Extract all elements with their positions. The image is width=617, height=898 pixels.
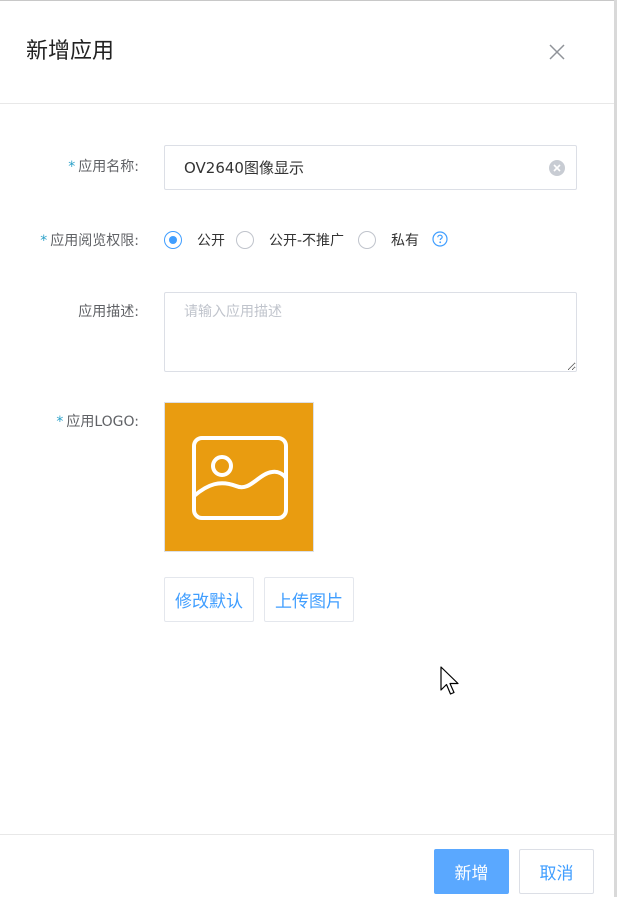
image-placeholder-icon — [192, 436, 288, 520]
add-app-dialog: 新增应用 * 应用名称: OV2640图像显示 * 应用阅览权限: 公开 公开-… — [0, 0, 614, 897]
upload-image-button[interactable]: 上传图片 — [264, 577, 354, 622]
app-name-input[interactable]: OV2640图像显示 — [164, 145, 577, 190]
app-name-label-text: 应用名称: — [78, 159, 139, 175]
mouse-cursor-icon — [440, 666, 459, 695]
radio-circle-checked[interactable] — [164, 231, 182, 249]
required-mark: * — [40, 233, 48, 249]
question-circle-icon[interactable] — [432, 231, 448, 247]
clear-icon[interactable] — [548, 159, 566, 177]
required-mark: * — [56, 414, 64, 430]
description-label-text: 应用描述: — [78, 304, 139, 320]
app-name-value[interactable]: OV2640图像显示 — [184, 158, 304, 178]
logo-label-text: 应用LOGO: — [66, 414, 139, 430]
close-icon[interactable] — [547, 42, 567, 62]
cancel-button[interactable]: 取消 — [519, 849, 594, 894]
radio-label[interactable]: 公开 — [197, 231, 225, 251]
radio-label[interactable]: 公开-不推广 — [269, 231, 344, 251]
app-name-label: * 应用名称: — [68, 157, 139, 177]
required-mark: * — [68, 159, 76, 175]
description-textarea[interactable] — [164, 292, 577, 372]
radio-circle[interactable] — [236, 231, 254, 249]
permission-label-text: 应用阅览权限: — [50, 233, 139, 249]
radio-label[interactable]: 私有 — [391, 231, 419, 251]
dialog-header: 新增应用 — [0, 2, 614, 104]
logo-preview[interactable] — [164, 402, 314, 552]
logo-label: * 应用LOGO: — [56, 412, 139, 432]
radio-circle[interactable] — [358, 231, 376, 249]
modify-default-button[interactable]: 修改默认 — [164, 577, 254, 622]
description-label: 应用描述: — [78, 302, 139, 322]
dialog-title: 新增应用 — [26, 39, 115, 64]
confirm-add-button[interactable]: 新增 — [434, 849, 509, 894]
permission-label: * 应用阅览权限: — [40, 231, 139, 251]
